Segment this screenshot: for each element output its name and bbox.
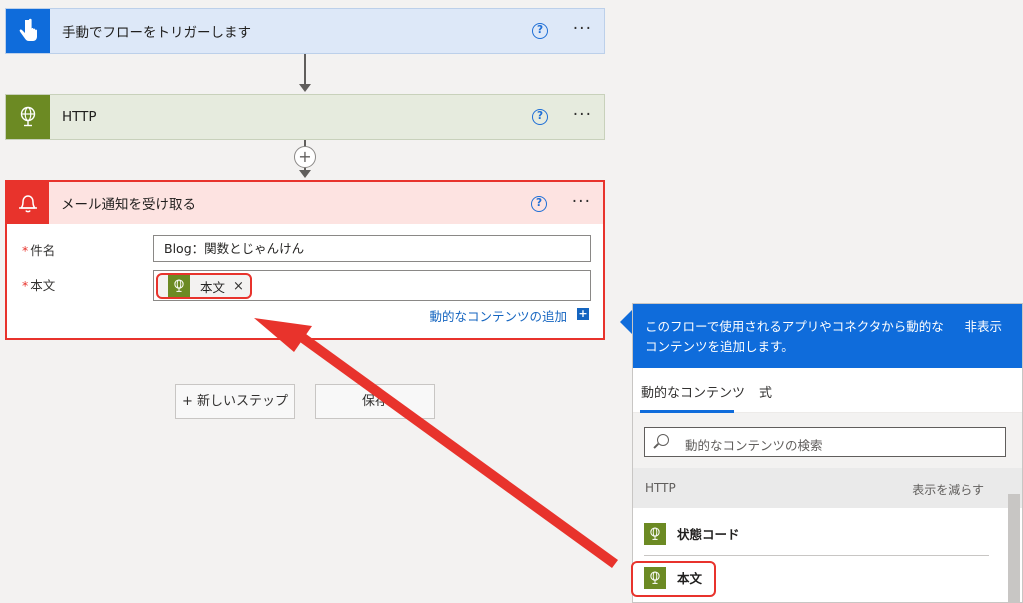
help-icon[interactable]: ?	[532, 23, 548, 39]
help-icon[interactable]: ?	[532, 109, 548, 125]
more-options-icon[interactable]: ···	[573, 21, 592, 38]
save-button[interactable]: 保存	[315, 384, 435, 419]
globe-icon	[6, 95, 50, 139]
dynamic-content-search-input[interactable]: 動的なコンテンツの検索	[644, 427, 1006, 457]
search-area: 動的なコンテンツの検索	[633, 413, 1022, 468]
add-dynamic-content-link[interactable]: 動的なコンテンツの追加	[429, 306, 567, 325]
globe-icon	[644, 522, 666, 545]
touch-hand-icon	[6, 9, 50, 53]
subject-value: Blog：関数とじゃんけん	[164, 241, 305, 256]
annotation-arrow-shaft	[300, 334, 618, 568]
body-input[interactable]: 本文 ×	[153, 270, 591, 301]
subject-input[interactable]: Blog：関数とじゃんけん	[153, 235, 591, 262]
globe-icon	[168, 275, 190, 297]
annotation-highlight-box	[631, 561, 716, 597]
token-label: 本文	[200, 279, 226, 295]
body-label: * 本文	[22, 275, 55, 294]
more-options-icon[interactable]: ···	[573, 107, 592, 124]
dynamic-item-status-code[interactable]: 状態コード	[633, 512, 1022, 555]
more-options-icon[interactable]: ···	[572, 194, 591, 211]
email-step-title: メール通知を受け取る	[61, 197, 196, 213]
bell-icon	[7, 182, 49, 224]
dynamic-content-panel: このフローで使用されるアプリやコネクタから動的なコンテンツを追加します。 非表示…	[632, 303, 1023, 603]
email-notification-step-card[interactable]: メール通知を受け取る ? ··· * 件名 Blog：関数とじゃんけん * 本文 本…	[5, 180, 605, 340]
token-remove-icon[interactable]: ×	[233, 279, 244, 294]
tab-expression[interactable]: 式	[759, 382, 772, 401]
http-step-card[interactable]: HTTP ? ···	[5, 94, 605, 140]
connector-arrowhead	[299, 170, 311, 178]
see-less-link[interactable]: 表示を減らす	[912, 481, 984, 498]
panel-tabs: 動的なコンテンツ 式	[633, 368, 1022, 413]
new-step-button[interactable]: + 新しいステップ	[175, 384, 295, 419]
group-title: HTTP	[645, 481, 676, 495]
trigger-step-title: 手動でフローをトリガーします	[62, 25, 251, 41]
http-step-title: HTTP	[62, 109, 97, 125]
panel-banner: このフローで使用されるアプリやコネクタから動的なコンテンツを追加します。 非表示	[633, 304, 1022, 368]
body-label-text: 本文	[30, 278, 56, 293]
help-icon[interactable]: ?	[531, 196, 547, 212]
connector-arrowhead	[299, 84, 311, 92]
hide-panel-link[interactable]: 非表示	[964, 317, 1002, 337]
required-marker: *	[22, 243, 29, 258]
search-icon	[657, 434, 669, 446]
group-header-http: HTTP 表示を減らす	[633, 468, 1022, 508]
connector-line	[304, 54, 306, 86]
trigger-step-card[interactable]: 手動でフローをトリガーします ? ···	[5, 8, 605, 54]
insert-step-button[interactable]: +	[294, 146, 316, 168]
panel-banner-text: このフローで使用されるアプリやコネクタから動的なコンテンツを追加します。	[645, 319, 944, 354]
body-dynamic-token[interactable]: 本文 ×	[156, 273, 252, 299]
panel-pointer	[620, 310, 632, 334]
tab-dynamic-content[interactable]: 動的なコンテンツ	[641, 382, 745, 401]
subject-label: * 件名	[22, 240, 55, 259]
add-dynamic-content-icon[interactable]: +	[577, 308, 589, 320]
required-marker: *	[22, 278, 29, 293]
subject-label-text: 件名	[30, 243, 56, 258]
panel-scrollbar[interactable]	[1008, 494, 1020, 602]
dynamic-item-label: 状態コード	[677, 527, 740, 542]
search-placeholder: 動的なコンテンツの検索	[685, 438, 823, 453]
